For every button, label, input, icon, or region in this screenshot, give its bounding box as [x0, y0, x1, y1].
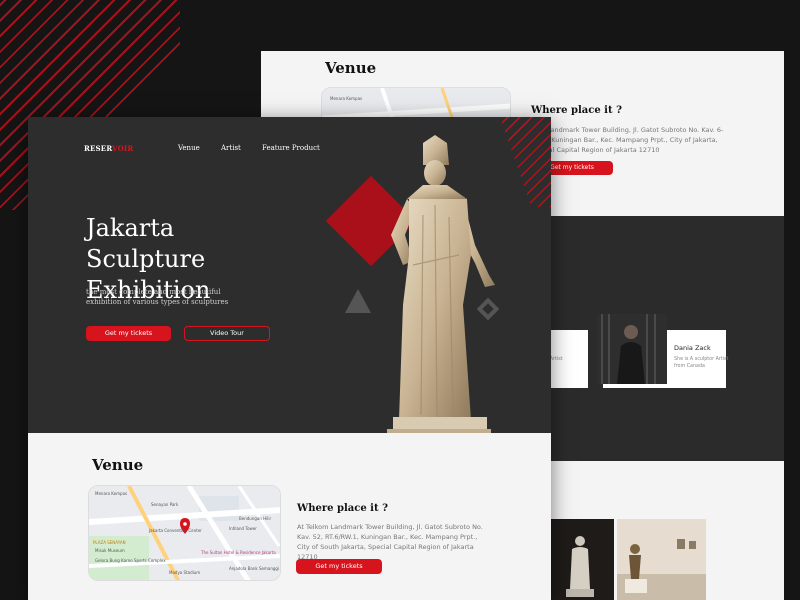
back-venue-title: Venue [325, 59, 377, 77]
hero-section: RESERVOIR Venue Artist Feature Product J… [28, 117, 551, 433]
where-title: Where place it ? [297, 503, 388, 514]
nav-artist[interactable]: Artist [221, 144, 241, 152]
map-label-semanggi: Anjadola Bank Semanggi [229, 566, 279, 571]
get-tickets-button[interactable]: Get my tickets [86, 326, 171, 341]
hero-subtitle: the most complete and most beautiful exh… [86, 288, 229, 306]
back-address: kom Landmark Tower Building, Jl. Gatot S… [531, 126, 724, 154]
map-label-misuk: Misuk Museum [95, 548, 125, 553]
back-where-title: Where place it ? [531, 105, 622, 116]
venue-address: At Telkom Landmark Tower Building, Jl. G… [297, 523, 483, 561]
map-label-jakarta-convention: Jakarta Convention Center [148, 528, 202, 533]
map-label-bendungan: Bendungan Hilir [239, 516, 271, 521]
artist-name: Dania Zack [674, 344, 711, 352]
venue-get-tickets-button[interactable]: Get my tickets [296, 559, 382, 574]
logo[interactable]: RESERVOIR [84, 144, 133, 153]
video-tour-button[interactable]: Video Tour [184, 326, 270, 341]
map-label-plaza-senayan: PLAZA SENAYAN [93, 540, 126, 545]
map-label-sultan: The Sultan Hotel & Residence Jakarta [200, 550, 276, 555]
artist-card[interactable]: Dania Zack She is A sculptor Artist from… [597, 314, 729, 388]
back-map-label: Menara Kompas [330, 96, 362, 101]
gallery-image-statue[interactable] [550, 519, 614, 600]
map-label-kompas: Menara Kompas [95, 491, 127, 496]
map-label-bung-karno: Gelora Bung Karno Sports Complex [95, 558, 166, 563]
artist-photo [597, 314, 667, 384]
nav-venue[interactable]: Venue [178, 144, 200, 152]
venue-title: Venue [92, 456, 144, 474]
map-label-madya: Madya Stadium [169, 570, 200, 575]
front-page-preview: RESERVOIR Venue Artist Feature Product J… [28, 117, 551, 600]
logo-text-b: VOIR [112, 144, 134, 153]
map-label-tower: Intiland Tower [229, 526, 257, 531]
map-label-senayan-park: Senayan Park [151, 502, 179, 507]
nav-feature-product[interactable]: Feature Product [262, 144, 320, 152]
venue-map[interactable]: Menara Kompas Senayan Park Jakarta Conve… [88, 485, 281, 581]
logo-text-a: RESER [84, 144, 113, 153]
artist-desc: She is A sculptor Artist from Canada [674, 357, 729, 369]
gallery-image-room[interactable] [617, 519, 706, 600]
statue-image [387, 135, 495, 433]
